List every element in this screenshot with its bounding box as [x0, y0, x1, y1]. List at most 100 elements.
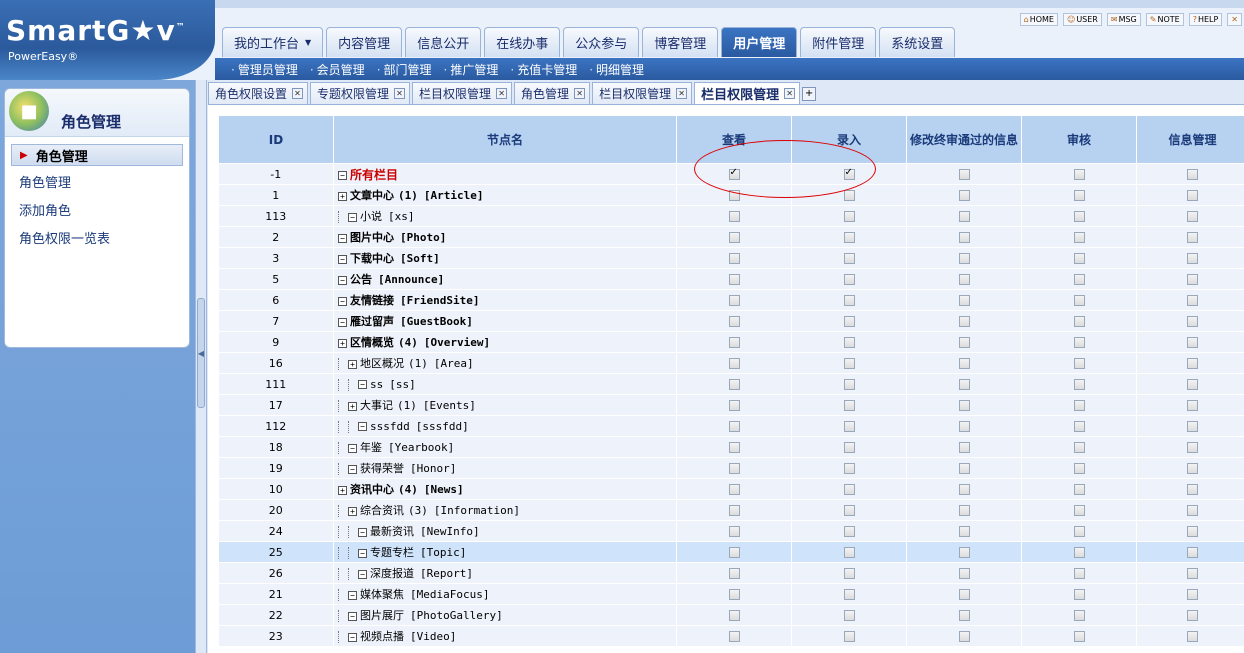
- sidebar-item-1[interactable]: 添加角色: [5, 198, 189, 226]
- close-tab-icon[interactable]: ✕: [292, 88, 304, 99]
- close-tab-icon[interactable]: ✕: [574, 88, 586, 99]
- permission-checkbox[interactable]: [1187, 421, 1198, 432]
- permission-checkbox[interactable]: [843, 589, 855, 600]
- main-tab-1[interactable]: 内容管理: [326, 27, 403, 57]
- permission-checkbox[interactable]: [1073, 547, 1085, 558]
- permission-checkbox[interactable]: [843, 295, 855, 306]
- doc-tab-2[interactable]: 栏目权限管理 ✕: [412, 82, 513, 104]
- permission-checkbox[interactable]: [1187, 169, 1198, 180]
- main-tab-7[interactable]: 附件管理: [800, 27, 877, 57]
- table-row[interactable]: 16 + 地区概况 (1) [Area]: [218, 352, 1244, 374]
- permission-checkbox[interactable]: [728, 232, 740, 243]
- permission-checkbox[interactable]: [958, 505, 970, 516]
- collapse-icon[interactable]: −: [348, 611, 357, 621]
- permission-checkbox[interactable]: [1073, 295, 1085, 306]
- permission-checkbox[interactable]: [1187, 337, 1198, 348]
- main-tab-2[interactable]: 信息公开: [405, 27, 482, 57]
- permission-checkbox[interactable]: [958, 169, 970, 180]
- permission-checkbox[interactable]: [843, 484, 855, 495]
- permission-checkbox[interactable]: [728, 379, 740, 390]
- permission-checkbox[interactable]: [843, 232, 855, 243]
- table-row[interactable]: 23 − 视频点播 [Video]: [218, 625, 1244, 647]
- node-name[interactable]: 文章中心: [350, 189, 394, 202]
- table-row[interactable]: 21 − 媒体聚焦 [MediaFocus]: [218, 583, 1244, 605]
- permission-checkbox[interactable]: [843, 631, 855, 642]
- permission-checkbox[interactable]: [1187, 547, 1198, 558]
- permission-checkbox[interactable]: [728, 337, 740, 348]
- permission-checkbox[interactable]: [1187, 568, 1198, 579]
- permission-checkbox[interactable]: [843, 526, 855, 537]
- permission-checkbox[interactable]: [843, 253, 855, 264]
- permission-checkbox[interactable]: [1073, 421, 1085, 432]
- permission-checkbox[interactable]: [1187, 631, 1198, 642]
- node-name[interactable]: 综合资讯: [360, 504, 404, 517]
- quicklink-home[interactable]: ⌂ HOME: [1019, 13, 1058, 26]
- permission-checkbox[interactable]: [728, 589, 740, 600]
- node-name[interactable]: 获得荣誉: [360, 462, 404, 475]
- collapse-icon[interactable]: −: [338, 233, 347, 243]
- permission-checkbox[interactable]: [843, 400, 855, 411]
- subnav-item-0[interactable]: 管理员管理: [227, 61, 302, 78]
- permission-checkbox[interactable]: [1073, 169, 1085, 180]
- permission-checkbox[interactable]: [958, 526, 970, 537]
- permission-checkbox[interactable]: [958, 316, 970, 327]
- permission-checkbox[interactable]: [728, 167, 740, 180]
- permission-checkbox[interactable]: [958, 631, 970, 642]
- permission-checkbox[interactable]: [1073, 379, 1085, 390]
- permission-checkbox[interactable]: [728, 547, 740, 558]
- permission-checkbox[interactable]: [1187, 400, 1198, 411]
- table-row[interactable]: 19 − 获得荣誉 [Honor]: [218, 457, 1244, 479]
- permission-checkbox[interactable]: [843, 463, 855, 474]
- permission-checkbox[interactable]: [958, 421, 970, 432]
- node-name[interactable]: 公告: [350, 273, 372, 286]
- permission-checkbox[interactable]: [1187, 484, 1198, 495]
- permission-checkbox[interactable]: [1073, 505, 1085, 516]
- permission-checkbox[interactable]: [1073, 232, 1085, 243]
- main-tab-0[interactable]: 我的工作台 ▼: [222, 27, 324, 57]
- permission-checkbox[interactable]: [1073, 190, 1085, 201]
- node-name[interactable]: 小说: [360, 210, 382, 223]
- permission-checkbox[interactable]: [1187, 526, 1198, 537]
- sidebar-active-item[interactable]: ▶ 角色管理: [11, 144, 183, 166]
- permission-checkbox[interactable]: [728, 253, 740, 264]
- main-tab-4[interactable]: 公众参与: [563, 27, 640, 57]
- permission-checkbox[interactable]: [843, 358, 855, 369]
- permission-checkbox[interactable]: [1187, 589, 1198, 600]
- node-name[interactable]: 下载中心: [350, 252, 394, 265]
- add-tab-button[interactable]: +: [802, 87, 817, 101]
- collapse-icon[interactable]: −: [358, 422, 367, 431]
- permission-checkbox[interactable]: [728, 316, 740, 327]
- permission-checkbox[interactable]: [958, 232, 970, 243]
- permission-checkbox[interactable]: [1187, 253, 1198, 264]
- node-name[interactable]: 雁过留声: [350, 315, 394, 328]
- quicklink-msg[interactable]: ✉ MSG: [1106, 13, 1141, 26]
- permission-checkbox[interactable]: [728, 568, 740, 579]
- table-row[interactable]: 25 − 专题专栏 [Topic]: [218, 541, 1244, 563]
- sidebar-item-0[interactable]: 角色管理: [5, 170, 189, 198]
- main-tab-6[interactable]: 用户管理: [721, 27, 798, 57]
- permission-checkbox[interactable]: [843, 274, 855, 285]
- expand-icon[interactable]: +: [348, 401, 357, 411]
- permission-checkbox[interactable]: [728, 358, 740, 369]
- permission-checkbox[interactable]: [1073, 463, 1085, 474]
- collapse-icon[interactable]: −: [348, 212, 357, 222]
- permission-checkbox[interactable]: [728, 631, 740, 642]
- permission-checkbox[interactable]: [843, 442, 855, 453]
- main-tab-5[interactable]: 博客管理: [642, 27, 719, 57]
- quicklink-close[interactable]: ✕: [1227, 13, 1242, 26]
- doc-tab-3[interactable]: 角色管理 ✕: [514, 82, 591, 104]
- collapse-icon[interactable]: −: [358, 527, 367, 537]
- permission-checkbox[interactable]: [1073, 442, 1085, 453]
- permission-checkbox[interactable]: [958, 463, 970, 474]
- permission-checkbox[interactable]: [843, 316, 855, 327]
- subnav-item-3[interactable]: 推广管理: [440, 61, 503, 78]
- subnav-item-5[interactable]: 明细管理: [585, 61, 648, 78]
- permission-checkbox[interactable]: [958, 484, 970, 495]
- close-tab-icon[interactable]: ✕: [496, 88, 508, 99]
- doc-tab-4[interactable]: 栏目权限管理 ✕: [592, 82, 693, 104]
- permission-checkbox[interactable]: [843, 211, 855, 222]
- table-row[interactable]: 22 − 图片展厅 [PhotoGallery]: [218, 604, 1244, 626]
- permission-checkbox[interactable]: [1073, 253, 1085, 264]
- permission-checkbox[interactable]: [728, 610, 740, 621]
- table-row[interactable]: 1 + 文章中心 (1) [Article]: [218, 184, 1244, 206]
